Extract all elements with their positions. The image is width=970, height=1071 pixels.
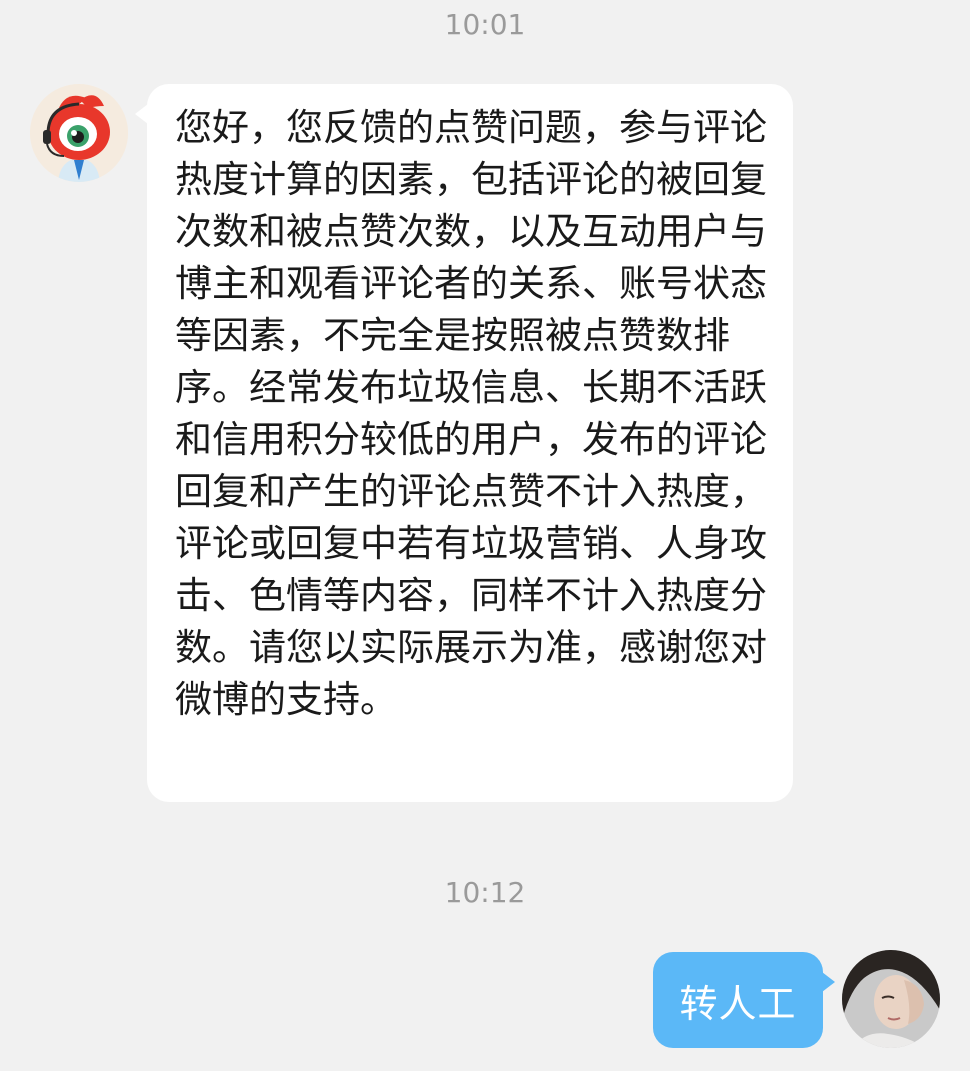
incoming-message-text: 您好，您反馈的点赞问题，参与评论热度计算的因素，包括评论的被回复次数和被点赞次数… [175, 106, 767, 721]
user-photo-avatar[interactable] [842, 950, 940, 1048]
incoming-message-bubble[interactable]: 您好，您反馈的点赞问题，参与评论热度计算的因素，包括评论的被回复次数和被点赞次数… [135, 84, 793, 802]
message-timestamp: 10:12 [444, 876, 526, 909]
outgoing-message-text: 转人工 [679, 981, 797, 1026]
weibo-mascot-avatar[interactable] [30, 84, 128, 182]
message-timestamp: 10:01 [444, 8, 526, 41]
outgoing-message-bubble[interactable]: 转人工 [653, 952, 835, 1048]
